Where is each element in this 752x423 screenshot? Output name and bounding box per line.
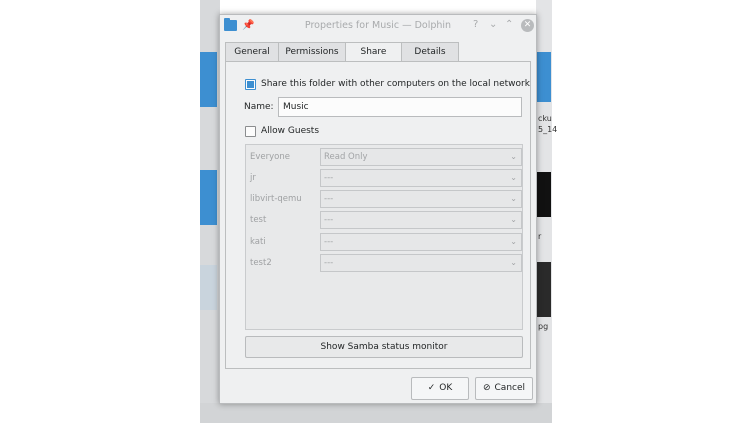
table-row-user: kati [250,237,266,247]
background-file-label: r [538,232,542,241]
permission-value: --- [324,258,334,268]
chevron-down-icon: ⌄ [510,258,517,267]
permission-value: --- [324,215,334,225]
minimize-icon[interactable]: ⌄ [489,19,497,30]
title-bar[interactable]: 📌 Properties for Music — Dolphin ? ⌄ ⌃ ✕ [220,15,536,39]
check-icon: ✓ [427,383,436,393]
background-folder-tile [200,265,217,310]
chevron-down-icon: ⌄ [510,237,517,246]
background-window-bottom [200,403,552,423]
permission-select[interactable]: --- ⌄ [320,169,522,187]
table-row-user: test2 [250,258,272,268]
chevron-down-icon: ⌄ [510,173,517,182]
permission-value: --- [324,173,334,183]
background-file-label: pg [538,322,549,331]
permission-value: --- [324,237,334,247]
name-label: Name: [244,102,274,112]
tab-general[interactable]: General [225,42,279,61]
background-image-thumbnail [537,172,551,217]
permission-value: --- [324,194,334,204]
allow-guests-checkbox[interactable] [245,126,256,137]
permission-select[interactable]: --- ⌄ [320,233,522,251]
allow-guests-label[interactable]: Allow Guests [261,126,319,136]
chevron-down-icon: ⌄ [510,152,517,161]
share-folder-label[interactable]: Share this folder with other computers o… [261,79,530,89]
background-image-thumbnail [537,262,551,317]
ok-button[interactable]: ✓ OK [411,377,469,400]
tab-share[interactable]: Share [345,42,402,62]
help-icon[interactable]: ? [473,19,478,30]
background-file-label: cku [538,114,552,123]
table-row-user: jr [250,173,256,183]
tab-permissions[interactable]: Permissions [278,42,346,61]
permission-select[interactable]: --- ⌄ [320,190,522,208]
table-row-user: test [250,215,267,225]
user-permissions-table: Everyone Read Only ⌄ jr --- ⌄ libvirt-qemu… [245,144,523,330]
background-folder-tile [200,170,217,225]
background-file-label: 5_14 [538,125,558,134]
cancel-label: Cancel [494,383,526,393]
cancel-button[interactable]: ⊘ Cancel [475,377,533,400]
background-folder-tile [537,52,551,102]
background-folder-tile [200,52,217,107]
ok-label: OK [439,383,453,393]
permission-select[interactable]: --- ⌄ [320,254,522,272]
share-folder-checkbox[interactable] [245,79,256,90]
close-icon[interactable]: ✕ [521,19,534,32]
chevron-down-icon: ⌄ [510,194,517,203]
table-row-user: Everyone [250,152,290,162]
cancel-icon: ⊘ [482,383,491,393]
chevron-down-icon: ⌄ [510,215,517,224]
share-panel: Share this folder with other computers o… [225,61,531,369]
share-name-input[interactable]: Music [278,97,522,117]
permission-value: Read Only [324,152,368,162]
permission-select[interactable]: Read Only ⌄ [320,148,522,166]
permission-select[interactable]: --- ⌄ [320,211,522,229]
table-row-user: libvirt-qemu [250,194,302,204]
tab-details[interactable]: Details [401,42,459,61]
samba-status-button[interactable]: Show Samba status monitor [245,336,523,358]
properties-dialog: 📌 Properties for Music — Dolphin ? ⌄ ⌃ ✕… [219,14,537,404]
maximize-icon[interactable]: ⌃ [505,19,513,30]
